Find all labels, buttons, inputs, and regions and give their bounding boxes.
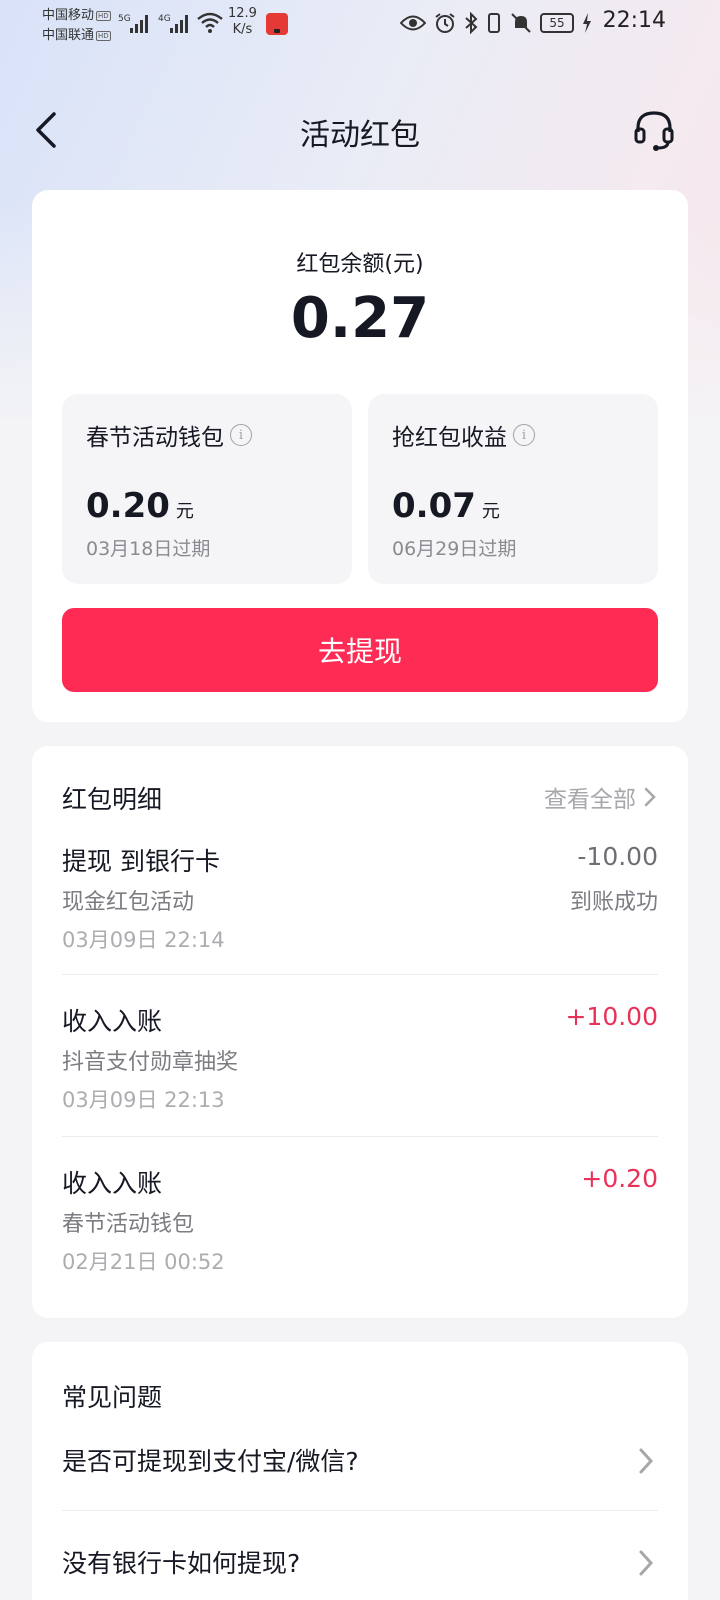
signal-4g-icon: 4G [158, 12, 194, 38]
record-amount: +10.00 [565, 1002, 658, 1031]
hd-badge: HD [96, 10, 111, 21]
network-speed-unit: K/s [232, 22, 253, 37]
net-4g-label: 4G [158, 14, 171, 24]
red-packet-earnings-wallet[interactable]: 抢红包收益 i 0.07 元 06月29日过期 [368, 394, 658, 584]
wallet-title-text: 抢红包收益 [392, 425, 507, 451]
record-source: 现金红包活动 [62, 890, 195, 915]
faq-title: 常见问题 [62, 1383, 163, 1412]
faq-question: 没有银行卡如何提现? [62, 1549, 301, 1578]
signal-5g-icon: 5G [118, 12, 154, 38]
record-time: 03月09日 22:14 [62, 928, 225, 952]
wifi-icon [197, 12, 223, 38]
hd-badge: HD [96, 30, 111, 41]
page-title: 活动红包 [300, 118, 420, 153]
view-all-link[interactable]: 查看全部 [544, 780, 656, 814]
balance-amount: 0.27 [290, 286, 430, 351]
record-source: 春节活动钱包 [62, 1212, 195, 1237]
record-status: 到账成功 [569, 890, 658, 915]
faq-question: 是否可提现到支付宝/微信? [62, 1447, 359, 1476]
record-item[interactable]: 提现 到银行卡 -10.00 现金红包活动 到账成功 03月09日 22:14 [62, 842, 658, 1004]
net-5g-label: 5G [118, 14, 131, 24]
carrier-2: 中国联通 [42, 28, 95, 43]
details-title: 红包明细 [62, 785, 163, 814]
wallet-title: 春节活动钱包 i [86, 418, 252, 452]
record-item[interactable]: 收入入账 +10.00 抖音支付勋章抽奖 03月09日 22:13 [62, 1002, 658, 1164]
wallet-title: 抢红包收益 i [392, 418, 535, 452]
wallet-expire: 06月29日过期 [392, 538, 517, 560]
chevron-right-icon [639, 1550, 654, 1576]
chevron-right-icon [639, 1448, 654, 1474]
record-amount: -10.00 [577, 842, 658, 871]
record-time: 03月09日 22:13 [62, 1088, 225, 1112]
record-title: 提现 到银行卡 [62, 847, 220, 876]
status-time: 22:14 [602, 8, 666, 33]
headset-icon [634, 111, 674, 151]
wallet-amount: 0.20 元 [86, 486, 194, 526]
bluetooth-icon [465, 12, 478, 34]
record-source: 抖音支付勋章抽奖 [62, 1050, 239, 1075]
record-item[interactable]: 收入入账 +0.20 春节活动钱包 02月21日 00:52 [62, 1164, 658, 1326]
record-amount: +0.20 [581, 1164, 658, 1193]
record-time: 02月21日 00:52 [62, 1250, 225, 1274]
divider [62, 1510, 658, 1511]
battery-indicator: 55 [540, 13, 574, 33]
nav-header: 活动红包 [0, 96, 720, 166]
customer-service-button[interactable] [630, 106, 678, 154]
wallet-amount-value: 0.20 [86, 486, 170, 526]
divider [62, 974, 658, 975]
faq-card: 常见问题 是否可提现到支付宝/微信? 没有银行卡如何提现? [32, 1342, 688, 1600]
red-packet-details-card: 红包明细 查看全部 提现 到银行卡 -10.00 现金红包活动 到账成功 03月… [32, 746, 688, 1318]
vibrate-icon [488, 13, 500, 33]
charging-icon [583, 13, 591, 33]
view-all-label: 查看全部 [544, 787, 636, 813]
mute-bell-icon [511, 13, 531, 33]
faq-item[interactable]: 没有银行卡如何提现? [62, 1526, 658, 1600]
wallet-amount-value: 0.07 [392, 486, 476, 526]
alarm-icon [435, 13, 455, 33]
faq-item[interactable]: 是否可提现到支付宝/微信? [62, 1424, 658, 1504]
carrier-1: 中国移动 [42, 8, 95, 23]
wallet-expire: 03月18日过期 [86, 538, 211, 560]
network-speed-value: 12.9 [228, 6, 257, 21]
status-icons: 55 [400, 10, 592, 36]
record-title: 收入入账 [62, 1007, 163, 1036]
wallet-amount-unit: 元 [481, 501, 500, 522]
withdraw-button[interactable]: 去提现 [62, 608, 658, 692]
chevron-right-icon [644, 787, 656, 807]
wallet-amount: 0.07 元 [392, 486, 500, 526]
status-bar: 中国移动 HD 中国联通 HD 5G 4G 12.9 K/s 55 22:14 [0, 0, 720, 50]
record-title: 收入入账 [62, 1169, 163, 1198]
app-notification-icon [266, 13, 288, 35]
carrier-info: 中国移动 HD 中国联通 HD [42, 6, 111, 46]
eye-icon [400, 15, 426, 31]
network-speed: 12.9 K/s [228, 6, 257, 38]
info-icon[interactable]: i [230, 424, 252, 446]
spring-festival-wallet[interactable]: 春节活动钱包 i 0.20 元 03月18日过期 [62, 394, 352, 584]
divider [62, 1136, 658, 1137]
info-icon[interactable]: i [513, 424, 535, 446]
balance-label: 红包余额(元) [296, 252, 424, 277]
wallet-amount-unit: 元 [175, 501, 194, 522]
wallet-title-text: 春节活动钱包 [86, 425, 224, 451]
balance-card: 红包余额(元) 0.27 春节活动钱包 i 0.20 元 03月18日过期 抢红包… [32, 190, 688, 722]
